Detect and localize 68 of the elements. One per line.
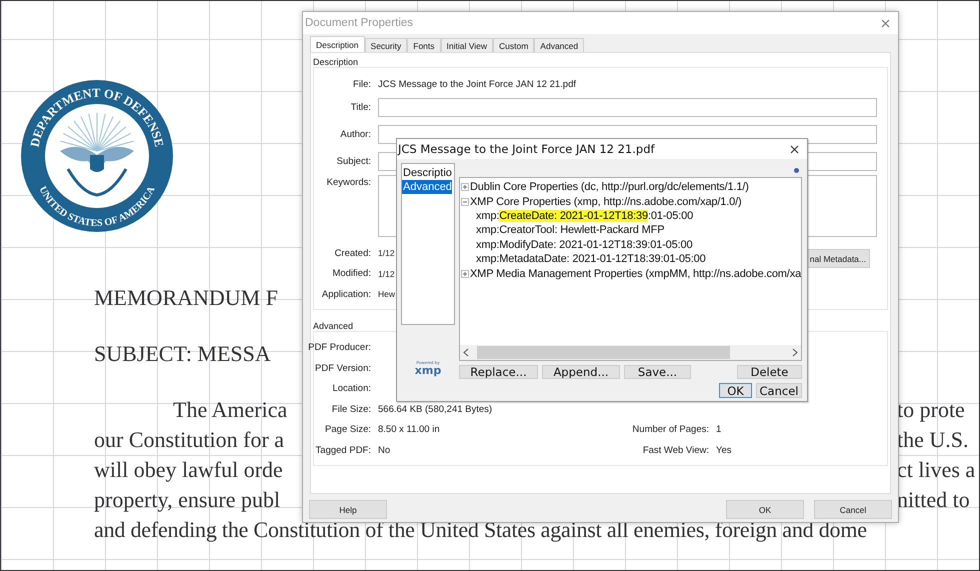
window-title: Document Properties xyxy=(305,17,414,29)
tab[interactable]: Initial View xyxy=(440,38,493,52)
field-label: Page Size: xyxy=(325,424,371,436)
field-label: Tagged PDF: xyxy=(316,444,371,456)
field-label: Location: xyxy=(332,383,371,394)
expand-icon[interactable] xyxy=(461,183,469,192)
ok-button[interactable]: OK xyxy=(719,383,752,398)
body-text: The America xyxy=(173,396,288,424)
field-label: PDF Producer: xyxy=(308,342,371,354)
field-value: 1/12 xyxy=(378,248,395,258)
category-item[interactable]: Advanced xyxy=(402,180,452,194)
tree-item[interactable]: XMP Core Properties (xmp, http://ns.adobe.com/xap/1.0/) xyxy=(470,196,742,208)
field-label: Modified: xyxy=(332,268,371,280)
body-text: the U.S. xyxy=(897,426,970,454)
field-label: Title: xyxy=(350,102,371,113)
group-title: Advanced xyxy=(313,320,354,330)
info-dot-icon xyxy=(794,168,799,172)
tab[interactable]: Security xyxy=(364,38,408,52)
file-name: JCS Message to the Joint Force JAN 12 21.pdf xyxy=(378,78,576,90)
group-title: Description xyxy=(313,57,360,67)
cancel-button[interactable]: Cancel xyxy=(756,383,802,398)
help-button[interactable]: Help xyxy=(309,500,387,519)
body-text: nitted to xyxy=(897,486,971,514)
delete-button[interactable]: Delete xyxy=(737,365,802,379)
body-text: will obey lawful orde xyxy=(94,456,283,484)
memo-heading: SUBJECT: MESSA xyxy=(94,341,271,367)
close-icon[interactable] xyxy=(790,144,799,154)
tree-item[interactable]: xmp:CreatorTool: Hewlett-Packard MFP xyxy=(476,224,664,236)
tree-item[interactable]: XMP Media Management Properties (xmpMM, http://ns.adobe.com/xa xyxy=(470,268,801,280)
field-label: File Size: xyxy=(332,404,371,415)
tree-item[interactable]: xmp:ModifyDate: 2021-01-12T18:39:01-05:00 xyxy=(476,238,692,251)
field-value: 566.64 KB (580,241 Bytes) xyxy=(378,404,492,415)
action-button[interactable]: Save... xyxy=(624,365,691,379)
field-label: Application: xyxy=(322,288,371,300)
scroll-right-icon[interactable] xyxy=(792,348,798,357)
window-title: JCS Message to the Joint Force JAN 12 21.pdf xyxy=(398,142,655,156)
body-text: property, ensure publ xyxy=(94,486,280,514)
field-label: Created: xyxy=(334,248,371,259)
field-value: Hew xyxy=(378,289,396,300)
tree-item[interactable]: xmp:MetadataDate: 2021-01-12T18:39:01-05:00 xyxy=(476,253,706,266)
category-item[interactable]: Descriptio xyxy=(402,166,452,180)
cancel-button[interactable]: Cancel xyxy=(814,500,892,519)
tab[interactable]: Advanced xyxy=(534,38,584,52)
field-label: Keywords: xyxy=(326,177,371,188)
tab[interactable]: Custom xyxy=(493,38,534,52)
collapse-icon[interactable] xyxy=(461,198,469,206)
body-text: our Constitution for a xyxy=(94,426,284,454)
field-label: File: xyxy=(353,78,371,90)
ok-button[interactable]: OK xyxy=(726,500,804,519)
field-value: 1 xyxy=(716,424,722,436)
field-value: Yes xyxy=(716,444,732,456)
field-value: 8.50 x 11.00 in xyxy=(378,424,440,436)
tab[interactable]: Description xyxy=(310,36,365,52)
field-label: Subject: xyxy=(336,156,371,167)
xmp-logo: xmp xyxy=(414,365,442,376)
field-value: No xyxy=(378,444,390,456)
tree-item[interactable]: Dublin Core Properties (dc, http://purl.org/dc/elements/1.1/) xyxy=(470,181,749,194)
field-label: Author: xyxy=(340,129,371,140)
input-field[interactable] xyxy=(378,98,877,117)
expand-icon[interactable] xyxy=(461,270,469,278)
scroll-left-icon[interactable] xyxy=(463,348,469,357)
field-label: Number of Pages: xyxy=(632,424,709,436)
scrollbar-thumb[interactable] xyxy=(477,346,730,359)
memo-heading: MEMORANDUM F xyxy=(94,285,278,311)
field-label: Fast Web View: xyxy=(642,444,709,456)
tab[interactable]: Fonts xyxy=(407,38,441,52)
field-label: PDF Version: xyxy=(315,362,371,374)
field-value: 1/12 xyxy=(378,268,395,279)
